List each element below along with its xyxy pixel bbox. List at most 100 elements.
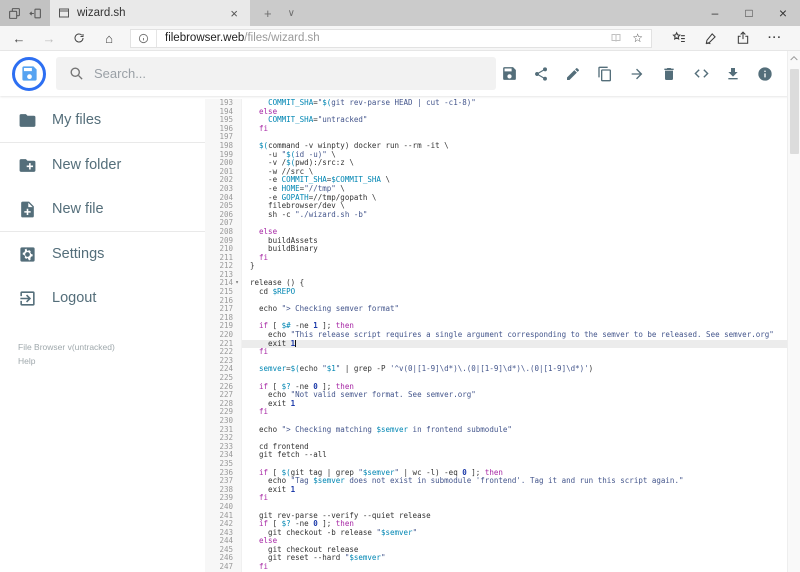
fold-gutter xyxy=(233,451,242,460)
tab-close-icon[interactable]: × xyxy=(226,6,242,21)
tab-bar-extras: + ∨ xyxy=(250,0,309,26)
sidebar-item-new-folder[interactable]: New folder xyxy=(0,143,205,187)
fold-gutter xyxy=(233,382,242,392)
show-tab-previews-icon[interactable]: ∨ xyxy=(288,8,295,19)
web-note-pen-icon[interactable] xyxy=(704,31,718,45)
code-text: echo "Not valid semver format. See semve… xyxy=(250,390,476,400)
scrollbar-thumb[interactable] xyxy=(789,69,799,154)
code-line[interactable]: 231 echo "> Checking matching $semver in… xyxy=(205,425,800,435)
code-editor[interactable]: 193 COMMIT_SHA="$(git rev-parse HEAD | c… xyxy=(205,96,800,572)
back-button[interactable]: ← xyxy=(6,31,32,46)
close-button[interactable]: × xyxy=(766,5,800,21)
move-icon[interactable] xyxy=(628,65,646,83)
code-line[interactable]: 215 cd $REPO xyxy=(205,287,800,297)
code-text: fi xyxy=(259,562,269,572)
refresh-button[interactable] xyxy=(66,31,92,46)
sidebar-item-my-files[interactable]: My files xyxy=(0,98,205,142)
search-box[interactable] xyxy=(56,57,496,90)
code-line[interactable]: 229 fi xyxy=(205,408,800,417)
sidebar-item-new-file[interactable]: New file xyxy=(0,187,205,231)
code-line[interactable]: 247 fi xyxy=(205,562,800,572)
code-line[interactable]: 221 exit 1 xyxy=(205,339,800,349)
code-text: exit 1 xyxy=(250,484,296,494)
app-header xyxy=(0,51,800,96)
code-text: git checkout -b release "$semver" xyxy=(250,527,418,537)
fold-gutter xyxy=(233,494,242,503)
browser-tab[interactable]: wizard.sh × xyxy=(50,0,250,26)
fold-gutter xyxy=(233,210,242,220)
code-line[interactable]: 239 fi xyxy=(205,494,800,503)
code-line[interactable]: 224 semver=$(echo "$1" | grep -P '^v(0|[… xyxy=(205,365,800,374)
save-icon[interactable] xyxy=(500,65,518,83)
code-text: sh -c "./wizard.sh -b" xyxy=(250,209,368,219)
more-menu-icon[interactable]: ··· xyxy=(768,32,782,44)
code-line[interactable]: 246 git reset --hard "$semver" xyxy=(205,554,800,564)
fold-gutter xyxy=(233,227,242,237)
fold-gutter xyxy=(233,99,242,108)
code-line[interactable]: 212} xyxy=(205,262,800,271)
share-file-icon[interactable] xyxy=(532,65,550,83)
search-icon xyxy=(69,66,84,81)
code-line[interactable]: 238 exit 1 xyxy=(205,484,800,495)
fold-gutter xyxy=(233,159,242,168)
url-text: filebrowser.web/files/wizard.sh xyxy=(157,32,602,44)
new-tab-button[interactable]: + xyxy=(264,6,272,21)
code-line[interactable]: 196 fi xyxy=(205,124,800,134)
forward-button[interactable]: → xyxy=(36,31,62,46)
code-line[interactable]: 195 COMMIT_SHA="untracked" xyxy=(205,115,800,125)
home-button[interactable]: ⌂ xyxy=(96,31,122,46)
tab-title: wizard.sh xyxy=(77,7,126,19)
app-version: File Browser v(untracked) xyxy=(18,342,115,352)
fold-gutter xyxy=(233,219,242,228)
fold-gutter xyxy=(233,167,242,177)
help-link[interactable]: Help xyxy=(18,354,205,368)
sidebar-item-logout[interactable]: Logout xyxy=(0,276,205,320)
code-text: echo "> Checking semver format" xyxy=(250,304,400,314)
code-line[interactable]: 228 exit 1 xyxy=(205,399,800,409)
search-input[interactable] xyxy=(94,66,483,81)
code-text: fi xyxy=(259,347,269,357)
sidebar-item-settings[interactable]: Settings xyxy=(0,232,205,276)
info-icon[interactable] xyxy=(756,65,774,83)
delete-icon[interactable] xyxy=(660,65,678,83)
add-favorite-icon[interactable]: ☆ xyxy=(632,31,643,45)
set-tabs-aside-icon[interactable] xyxy=(8,7,21,20)
address-bar[interactable]: filebrowser.web/files/wizard.sh ☆ xyxy=(130,28,652,48)
fold-arrow-icon[interactable]: ▾ xyxy=(233,279,242,289)
code-line[interactable]: 234 git fetch --all xyxy=(205,451,800,460)
edit-icon[interactable] xyxy=(564,65,582,83)
text-cursor xyxy=(295,339,297,347)
settings-icon xyxy=(18,245,37,264)
scroll-up-icon[interactable] xyxy=(790,51,798,65)
filebrowser-logo[interactable] xyxy=(12,56,46,91)
code-line[interactable]: 206 sh -c "./wizard.sh -b" xyxy=(205,209,800,220)
code-text: release () { xyxy=(250,278,305,288)
site-info-icon[interactable] xyxy=(131,29,157,47)
download-icon[interactable] xyxy=(724,65,742,83)
reading-view-icon[interactable] xyxy=(610,32,622,44)
fold-gutter xyxy=(233,339,242,349)
folder-icon xyxy=(18,111,37,130)
fold-gutter xyxy=(233,468,242,478)
page-scrollbar[interactable] xyxy=(787,51,800,572)
code-line[interactable]: 222 fi xyxy=(205,347,800,357)
minimize-button[interactable]: – xyxy=(698,6,732,20)
sidebar-item-label: My files xyxy=(52,112,102,128)
code-line[interactable]: 211 fi xyxy=(205,253,800,263)
fold-gutter xyxy=(233,262,242,271)
code-line[interactable]: 243 git checkout -b release "$semver" xyxy=(205,527,800,538)
code-line[interactable]: 217 echo "> Checking semver format" xyxy=(205,304,800,314)
code-text: fi xyxy=(259,493,269,503)
code-line[interactable]: 210 buildBinary xyxy=(205,244,800,254)
code-text: cd $REPO xyxy=(250,287,296,297)
maximize-button[interactable]: □ xyxy=(732,6,766,20)
tabs-set-aside-icon[interactable] xyxy=(29,7,42,20)
hub-icon[interactable] xyxy=(672,31,686,45)
code-text: buildBinary xyxy=(250,244,318,254)
raw-code-icon[interactable] xyxy=(692,65,710,83)
code-line[interactable]: 207 xyxy=(205,219,800,228)
copy-icon[interactable] xyxy=(596,65,614,83)
code-line[interactable]: 193 COMMIT_SHA="$(git rev-parse HEAD | c… xyxy=(205,98,800,108)
share-icon[interactable] xyxy=(736,31,750,45)
